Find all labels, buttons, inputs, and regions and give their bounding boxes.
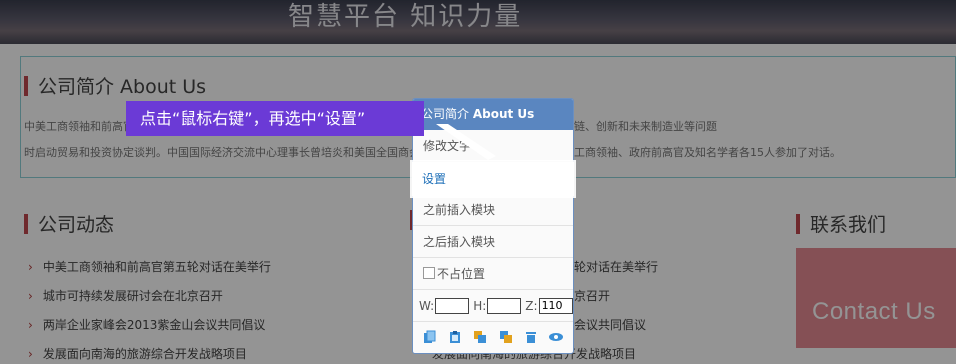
menu-item-insert-after[interactable]: 之后插入模块 bbox=[413, 226, 573, 258]
width-input[interactable] bbox=[435, 297, 470, 314]
menu-toolbar bbox=[413, 322, 573, 352]
height-input[interactable] bbox=[487, 297, 522, 314]
size-fields: W: H: Z: bbox=[413, 290, 573, 322]
no-position-checkbox[interactable] bbox=[423, 267, 435, 279]
z-label: Z: bbox=[525, 298, 538, 313]
copy-icon[interactable] bbox=[422, 329, 438, 345]
menu-header-prefix: 公司简介 bbox=[421, 107, 470, 121]
menu-header-suffix: About Us bbox=[472, 107, 535, 121]
w-label: W: bbox=[419, 298, 435, 313]
instruction-tooltip: 点击“鼠标右键”，再选中“设置” bbox=[126, 101, 424, 136]
z-index-input[interactable] bbox=[538, 297, 573, 314]
no-position-label: 不占位置 bbox=[437, 267, 486, 281]
menu-item-no-position[interactable]: 不占位置 bbox=[413, 258, 573, 290]
menu-item-settings[interactable]: 设置 bbox=[412, 162, 574, 196]
pointer-arrow bbox=[436, 124, 496, 160]
menu-item-insert-before[interactable]: 之前插入模块 bbox=[413, 194, 573, 226]
paste-icon[interactable] bbox=[447, 329, 463, 345]
eye-icon[interactable] bbox=[548, 329, 564, 345]
h-label: H: bbox=[473, 298, 487, 313]
duplicate-icon[interactable] bbox=[472, 329, 488, 345]
layer-icon[interactable] bbox=[498, 329, 514, 345]
delete-icon[interactable] bbox=[523, 329, 539, 345]
